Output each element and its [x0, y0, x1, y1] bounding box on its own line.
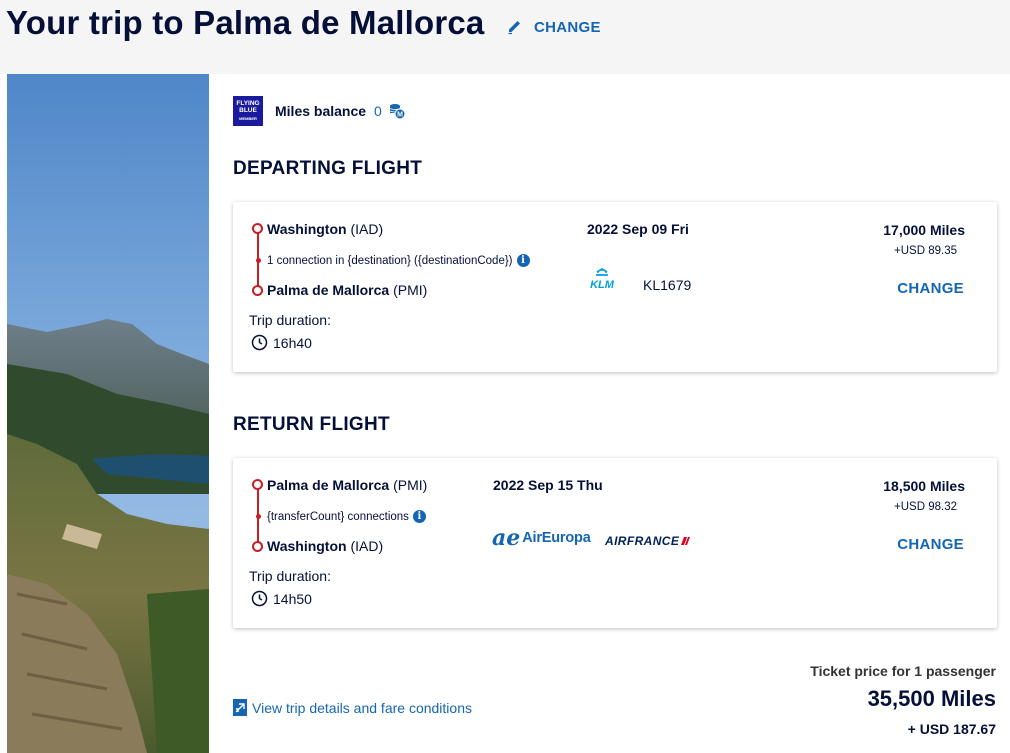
connection-info: {transferCount} connections i	[267, 510, 426, 523]
origin-city: Washington (IAD)	[267, 221, 384, 237]
svg-text:M: M	[397, 112, 403, 119]
origin-marker	[252, 223, 263, 234]
flight-number: KL1679	[643, 277, 692, 293]
connection-marker	[255, 258, 261, 263]
trip-duration: 16h40	[251, 334, 312, 351]
origin-marker	[252, 479, 263, 490]
total-usd: + USD 187.67	[907, 721, 996, 737]
trip-duration-label: Trip duration:	[249, 568, 331, 584]
view-trip-details-link[interactable]: View trip details and fare conditions	[233, 699, 472, 716]
trip-duration-label: Trip duration:	[249, 312, 331, 328]
plane-icon	[233, 699, 247, 716]
flight-price-usd: +USD 89.35	[894, 245, 957, 257]
destination-city: Washington (IAD)	[267, 538, 384, 554]
miles-balance-value: 0	[374, 103, 382, 119]
air-europa-logo: ae AirEuropa	[492, 525, 591, 551]
return-flight-card: Palma de Mallorca (PMI) {transferCount} …	[233, 458, 997, 628]
header-bar: Your trip to Palma de Mallorca CHANGE	[0, 0, 1010, 74]
departing-flight-title: DEPARTING FLIGHT	[233, 158, 423, 179]
miles-balance-label: Miles balance	[275, 103, 367, 119]
view-trip-details-label: View trip details and fare conditions	[252, 699, 472, 716]
connection-info: 1 connection in {destination} ({destinat…	[267, 254, 530, 267]
page-title: Your trip to Palma de Mallorca	[6, 4, 485, 41]
miles-coins-icon: M	[389, 104, 406, 120]
departure-date: 2022 Sep 09 Fri	[587, 221, 689, 237]
klm-logo: KLM	[590, 268, 615, 291]
flying-blue-logo: FLYING BLUE MEMBER	[233, 96, 263, 126]
destination-photo	[7, 74, 209, 753]
change-return-button[interactable]: CHANGE	[897, 536, 964, 553]
flight-price-usd: +USD 98.32	[894, 501, 957, 513]
info-icon[interactable]: i	[516, 254, 530, 267]
air-france-logo: AIRFRANCE	[605, 534, 691, 548]
svg-text:KLM: KLM	[590, 279, 615, 291]
pencil-icon	[508, 21, 520, 35]
miles-balance: FLYING BLUE MEMBER Miles balance 0 M	[233, 96, 406, 126]
total-miles: 35,500 Miles	[867, 686, 996, 711]
info-icon[interactable]: i	[412, 510, 426, 523]
clock-icon	[251, 334, 268, 351]
clock-icon	[251, 590, 268, 607]
change-trip-button[interactable]: CHANGE	[506, 18, 601, 36]
change-trip-label: CHANGE	[534, 18, 601, 36]
flight-price-miles: 18,500 Miles	[883, 478, 965, 494]
destination-marker	[252, 285, 263, 296]
origin-city: Palma de Mallorca (PMI)	[267, 477, 428, 493]
change-departing-button[interactable]: CHANGE	[897, 280, 964, 297]
ticket-price-label: Ticket price for 1 passenger	[810, 663, 996, 679]
return-date: 2022 Sep 15 Thu	[493, 477, 603, 493]
flight-price-miles: 17,000 Miles	[883, 222, 965, 238]
return-flight-title: RETURN FLIGHT	[233, 414, 390, 435]
destination-city: Palma de Mallorca (PMI)	[267, 282, 428, 298]
departing-flight-card: Washington (IAD) 1 connection in {destin…	[233, 202, 997, 372]
air-france-stripe-icon	[681, 537, 691, 545]
destination-marker	[252, 541, 263, 552]
trip-duration: 14h50	[251, 590, 312, 607]
connection-marker	[255, 514, 261, 519]
